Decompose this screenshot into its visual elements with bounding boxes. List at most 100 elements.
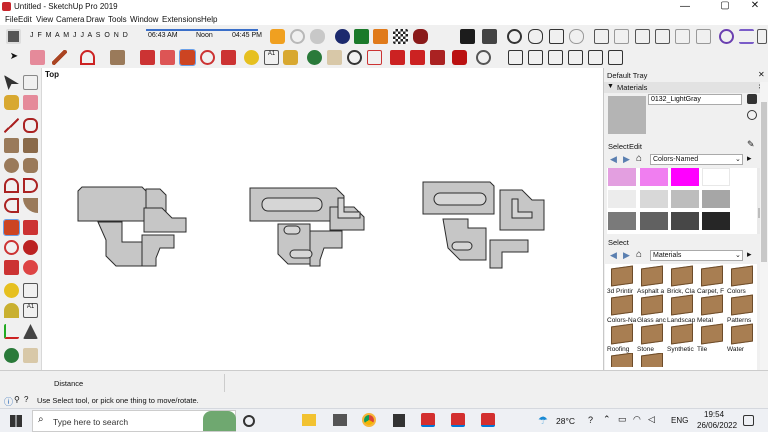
close-button[interactable]: ✕ (746, 0, 764, 11)
pie-icon[interactable] (23, 198, 38, 213)
cloud-icon[interactable] (310, 29, 325, 44)
material-folder[interactable]: Water (727, 323, 755, 364)
shadow-settings[interactable]: J F M A M J J A S O N D 06:43 AM Noon 04… (26, 27, 262, 45)
push-pull-icon[interactable] (140, 50, 155, 65)
grid-icon[interactable] (757, 29, 767, 44)
orbit-icon[interactable] (307, 50, 322, 65)
eyedropper-icon[interactable]: ✎ (747, 139, 755, 150)
minimize-button[interactable]: — (676, 1, 694, 12)
right-view-icon[interactable] (568, 50, 583, 65)
menu-edit[interactable]: Edit (18, 15, 32, 24)
swatch[interactable] (608, 190, 636, 208)
language-indicator[interactable]: ENG (671, 416, 688, 425)
tape-measure-icon[interactable] (244, 50, 259, 65)
tab-edit[interactable]: Edit (629, 142, 642, 151)
forward-icon-2[interactable]: ▶ (623, 250, 630, 261)
orbit-tool-icon[interactable] (4, 348, 19, 363)
check-icon[interactable] (507, 29, 522, 44)
menu-window[interactable]: Window (130, 15, 158, 24)
tape-tool-icon[interactable] (4, 283, 19, 298)
share-icon[interactable] (410, 50, 425, 65)
iso-view-icon[interactable] (508, 50, 523, 65)
taskbar-search[interactable]: ⌕ Type here to search (32, 410, 236, 432)
material-folder[interactable]: Synthetic (667, 323, 695, 364)
details-icon[interactable]: ▸ (747, 153, 752, 164)
clock-date[interactable]: 26/06/2022 (697, 421, 737, 430)
swatch[interactable] (671, 168, 699, 186)
rotated-rect-icon[interactable] (23, 138, 38, 153)
zoom-extents-icon[interactable] (367, 50, 382, 65)
circle-icon[interactable] (4, 158, 19, 173)
paint-icon[interactable] (4, 95, 19, 110)
scene-icon[interactable] (635, 29, 650, 44)
back-icon[interactable]: ◀ (610, 154, 617, 165)
swatch[interactable] (608, 212, 636, 230)
sliders-icon[interactable] (739, 29, 754, 44)
help-icon[interactable]: ? (24, 395, 28, 404)
home-icon[interactable]: ⌂ (636, 153, 642, 164)
front-view-icon[interactable] (548, 50, 563, 65)
component-icon[interactable] (23, 75, 38, 90)
line-pencil-icon[interactable] (52, 50, 67, 65)
pencil-icon[interactable] (482, 29, 497, 44)
rotate-tool-icon[interactable] (4, 240, 19, 255)
top-view-icon[interactable] (528, 50, 543, 65)
push-pull-tool-icon[interactable] (23, 220, 38, 235)
swatch[interactable] (702, 168, 730, 186)
text-tool-icon[interactable]: A1 (23, 303, 38, 318)
freehand-icon[interactable] (23, 118, 38, 133)
polygon-icon[interactable] (23, 158, 38, 173)
arc-icon[interactable] (80, 50, 95, 65)
swatch[interactable] (702, 190, 730, 208)
sketchup-taskbar-icon[interactable] (421, 413, 435, 427)
eraser-tool-icon[interactable] (23, 95, 38, 110)
pan-icon[interactable] (327, 50, 342, 65)
warehouse-icon[interactable] (373, 29, 388, 44)
eraser-icon[interactable] (30, 50, 45, 65)
text-icon[interactable]: A1 (264, 50, 279, 65)
swatch[interactable] (702, 212, 730, 230)
move-icon[interactable] (179, 49, 196, 66)
shadow-time-slider[interactable] (146, 29, 258, 31)
chrome-icon[interactable] (362, 413, 376, 427)
teapot-icon[interactable] (528, 29, 543, 44)
menu-draw[interactable]: Draw (86, 15, 105, 24)
collection-dropdown[interactable]: Materials ⌄ (650, 250, 743, 261)
help-tray-icon[interactable]: ? (588, 415, 593, 425)
paint-bucket-icon[interactable] (283, 50, 298, 65)
material-name-field[interactable] (648, 94, 742, 105)
tray-scrollbar[interactable] (760, 82, 768, 370)
chevron-up-icon[interactable]: ⌃ (603, 414, 611, 425)
user-icon[interactable]: ⚲ (14, 395, 20, 404)
menu-tools[interactable]: Tools (108, 15, 127, 24)
back-icon-2[interactable]: ◀ (610, 250, 617, 261)
window-icon[interactable] (614, 29, 629, 44)
scrollbar-thumb[interactable] (761, 102, 767, 262)
volume-icon[interactable]: ◁ (648, 414, 655, 425)
checker-icon[interactable] (393, 29, 408, 44)
rotate-icon[interactable] (200, 50, 215, 65)
lock-icon[interactable] (696, 29, 711, 44)
drawing-viewport[interactable]: Top (42, 68, 602, 370)
add-icon[interactable] (335, 29, 350, 44)
material-folder[interactable] (637, 353, 665, 367)
swatch[interactable] (640, 168, 668, 186)
details-icon-2[interactable]: ▸ (747, 249, 752, 260)
tray-close-icon[interactable]: ✕ (758, 70, 765, 79)
arc-2-icon[interactable] (23, 178, 38, 193)
cloud-outline-icon[interactable] (569, 29, 584, 44)
forward-icon[interactable]: ▶ (623, 154, 630, 165)
eye-icon[interactable] (719, 29, 734, 44)
measurements-box[interactable]: Distance (50, 374, 225, 392)
left-view-icon[interactable] (608, 50, 623, 65)
display-secondary-icon[interactable] (747, 94, 757, 104)
3d-text-icon[interactable] (23, 324, 38, 339)
sketchup-taskbar-icon[interactable] (481, 413, 495, 427)
menu-help[interactable]: Help (201, 15, 217, 24)
menu-camera[interactable]: Camera (56, 15, 84, 24)
protractor-icon[interactable] (4, 303, 19, 318)
shadow-months[interactable]: J F M A M J J A S O N D (30, 32, 129, 39)
temperature[interactable]: 28°C (556, 416, 575, 426)
extension-icon[interactable] (430, 50, 445, 65)
menu-view[interactable]: View (36, 15, 53, 24)
